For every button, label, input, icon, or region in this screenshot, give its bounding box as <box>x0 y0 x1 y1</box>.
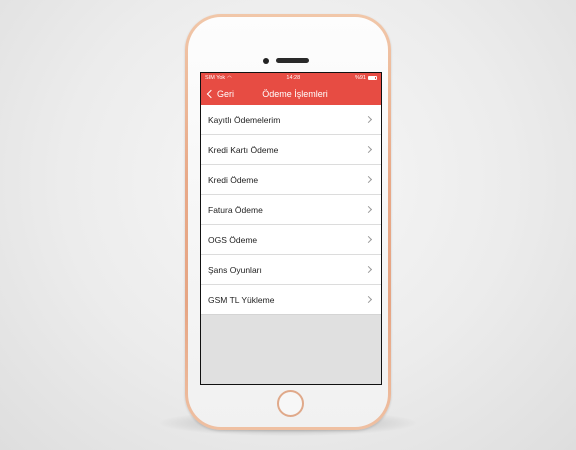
phone-device: SIM Yok ◠ 14:28 %91 Geri Ödeme İşlemleri… <box>185 14 391 430</box>
menu-item-label: Fatura Ödeme <box>208 204 263 215</box>
status-bar: SIM Yok ◠ 14:28 %91 <box>201 73 381 83</box>
payment-menu-list: Kayıtlı Ödemelerim Kredi Kartı Ödeme Kre… <box>201 105 381 315</box>
phone-body: SIM Yok ◠ 14:28 %91 Geri Ödeme İşlemleri… <box>188 17 388 427</box>
carrier-label: SIM Yok <box>205 75 226 81</box>
chevron-right-icon <box>364 145 373 154</box>
status-left: SIM Yok ◠ <box>205 73 232 83</box>
chevron-right-icon <box>364 265 373 274</box>
menu-item-label: Kredi Kartı Ödeme <box>208 144 279 155</box>
app-screen: SIM Yok ◠ 14:28 %91 Geri Ödeme İşlemleri… <box>201 73 381 384</box>
chevron-right-icon <box>364 205 373 214</box>
menu-item-label: Şans Oyunları <box>208 264 262 275</box>
chevron-right-icon <box>364 235 373 244</box>
menu-item-kredi-odeme[interactable]: Kredi Ödeme <box>201 165 381 195</box>
menu-item-label: GSM TL Yükleme <box>208 294 275 305</box>
front-camera <box>263 58 269 64</box>
menu-item-label: Kredi Ödeme <box>208 174 259 185</box>
menu-item-ogs-odeme[interactable]: OGS Ödeme <box>201 225 381 255</box>
chevron-left-icon <box>206 89 216 99</box>
chevron-right-icon <box>364 295 373 304</box>
battery-group: %91 <box>355 73 377 83</box>
menu-item-fatura-odeme[interactable]: Fatura Ödeme <box>201 195 381 225</box>
wifi-icon: ◠ <box>227 75 232 81</box>
chevron-right-icon <box>364 115 373 124</box>
battery-icon <box>368 76 377 80</box>
navigation-bar: Geri Ödeme İşlemleri <box>201 83 381 105</box>
status-time: 14:28 <box>286 75 301 81</box>
back-label: Geri <box>217 89 235 99</box>
battery-percent: %91 <box>354 75 366 81</box>
menu-item-gsm-tl-yukleme[interactable]: GSM TL Yükleme <box>201 285 381 315</box>
menu-item-kayitli-odemelerim[interactable]: Kayıtlı Ödemelerim <box>201 105 381 135</box>
menu-item-label: OGS Ödeme <box>208 234 258 245</box>
menu-item-kredi-karti-odeme[interactable]: Kredi Kartı Ödeme <box>201 135 381 165</box>
earpiece-speaker <box>276 58 309 63</box>
home-button[interactable] <box>277 390 304 417</box>
chevron-right-icon <box>364 175 373 184</box>
back-button[interactable]: Geri <box>206 83 234 105</box>
phone-screen: SIM Yok ◠ 14:28 %91 Geri Ödeme İşlemleri… <box>200 72 382 385</box>
menu-item-sans-oyunlari[interactable]: Şans Oyunları <box>201 255 381 285</box>
battery-fill <box>369 77 376 79</box>
menu-item-label: Kayıtlı Ödemelerim <box>208 114 281 125</box>
